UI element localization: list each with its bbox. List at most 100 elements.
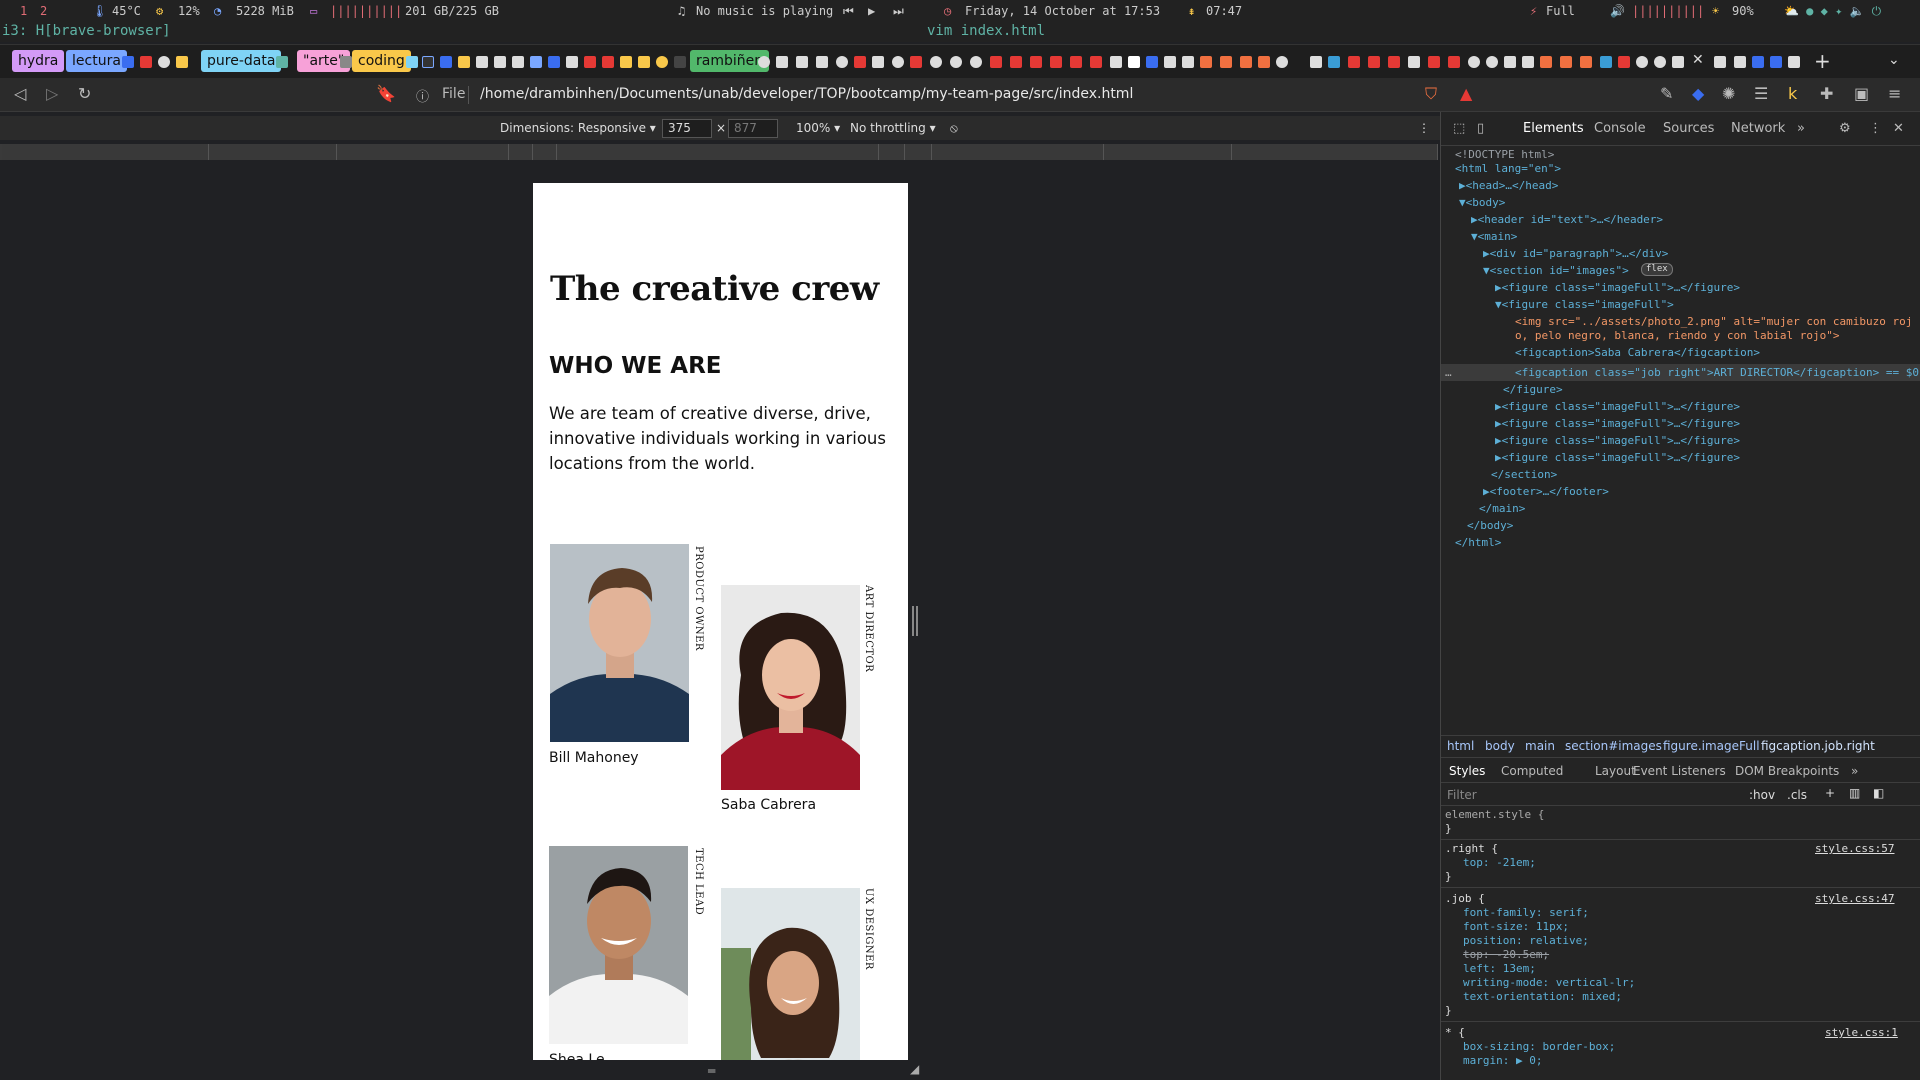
tab-icon[interactable] <box>970 56 982 68</box>
filter-input[interactable]: Filter <box>1447 788 1477 802</box>
tab-icon[interactable] <box>1328 56 1340 68</box>
viewport-resize-handle[interactable] <box>912 606 918 636</box>
tab-icon[interactable] <box>1220 56 1232 68</box>
tab-more[interactable]: » <box>1851 764 1858 778</box>
media-query-segment[interactable] <box>879 144 905 160</box>
address-bar[interactable]: ⓘ File /home/drambinhen/Documents/unab/d… <box>408 82 1410 108</box>
tab-icon[interactable] <box>494 56 506 68</box>
pen-icon[interactable]: ✎ <box>1660 84 1673 103</box>
tab-icon[interactable] <box>1258 56 1270 68</box>
g-icon[interactable] <box>176 56 188 68</box>
dom-node[interactable]: ▶<head>…</head> <box>1459 177 1558 194</box>
universal-rule-source[interactable]: style.css:1 <box>1825 1026 1898 1040</box>
universal-rule-selector[interactable]: * { <box>1445 1026 1465 1040</box>
device-toggle-icon[interactable]: ▯ <box>1477 121 1484 136</box>
forward-icon[interactable]: ▷ <box>46 84 58 103</box>
youtube-icon[interactable] <box>990 56 1002 68</box>
dom-node[interactable]: </main> <box>1479 500 1525 517</box>
tab-icon[interactable] <box>1540 56 1552 68</box>
media-query-segment[interactable] <box>509 144 533 160</box>
dom-node[interactable]: ▶<footer>…</footer> <box>1483 483 1609 500</box>
youtube-icon[interactable] <box>584 56 596 68</box>
crumb-figure[interactable]: figure.imageFull <box>1663 739 1760 753</box>
dom-node[interactable]: ▼<body> <box>1459 194 1505 211</box>
play-icon[interactable]: ▶ <box>868 4 875 18</box>
add-rule-icon[interactable]: + <box>1825 786 1835 800</box>
element-style-selector[interactable]: element.style { <box>1445 808 1544 822</box>
volume-icon[interactable]: 🔊 <box>1610 4 1625 18</box>
menu-icon[interactable]: ≡ <box>1888 84 1901 103</box>
more-options-icon[interactable]: ⋮ <box>1418 121 1430 135</box>
dom-node[interactable]: <figcaption>Saba Cabrera</figcaption> <box>1515 344 1760 361</box>
tab-icon[interactable] <box>656 56 668 68</box>
dom-node[interactable]: ▼<main> <box>1471 228 1517 245</box>
dom-node-selected[interactable]: <figcaption class="job right">ART DIRECT… <box>1515 364 1919 381</box>
tab-icon[interactable] <box>930 56 942 68</box>
job-rule-selector[interactable]: .job { <box>1445 892 1485 906</box>
volume-bar[interactable]: |||||||||| <box>1632 4 1704 18</box>
bookmark-icon[interactable]: 🔖 <box>376 84 396 103</box>
throttling-dropdown[interactable]: No throttling ▾ <box>850 121 936 135</box>
media-query-segment[interactable] <box>209 144 337 160</box>
youtube-icon[interactable] <box>1070 56 1082 68</box>
extension-icon[interactable]: ✺ <box>1722 84 1735 103</box>
github-icon[interactable] <box>796 56 808 68</box>
dom-node[interactable]: </html> <box>1455 534 1501 551</box>
tab-icon[interactable] <box>950 56 962 68</box>
dom-node[interactable]: ▶<figure class="imageFull">…</figure> <box>1495 279 1740 296</box>
workspace-1[interactable]: 1 <box>20 4 27 18</box>
crumb-body[interactable]: body <box>1485 739 1515 753</box>
cls-toggle[interactable]: .cls <box>1787 788 1807 802</box>
youtube-icon[interactable] <box>1448 56 1460 68</box>
youtube-icon[interactable] <box>1388 56 1400 68</box>
tab-icon[interactable] <box>892 56 904 68</box>
css-property[interactable]: box-sizing: border-box; <box>1463 1040 1615 1054</box>
url-text[interactable]: /home/drambinhen/Documents/unab/develope… <box>480 86 1133 102</box>
css-property[interactable]: left: 13em; <box>1463 962 1536 976</box>
media-query-segment[interactable] <box>1232 144 1438 160</box>
mastodon-icon[interactable] <box>122 56 134 68</box>
media-query-segment[interactable] <box>1104 144 1232 160</box>
tab-icon[interactable] <box>674 56 686 68</box>
youtube-icon[interactable] <box>1618 56 1630 68</box>
github-icon[interactable] <box>566 56 578 68</box>
dom-node[interactable]: ▼<section id="images"> <box>1483 262 1629 279</box>
tab-icon[interactable] <box>638 56 650 68</box>
css-property[interactable]: font-size: 11px; <box>1463 920 1569 934</box>
tab-icon[interactable] <box>476 56 488 68</box>
width-input[interactable]: 375 <box>662 119 712 138</box>
tab-icon[interactable] <box>1200 56 1212 68</box>
extension-k-icon[interactable]: k <box>1788 84 1797 103</box>
tab-styles[interactable]: Styles <box>1449 764 1485 778</box>
tab-icon[interactable] <box>1182 56 1194 68</box>
youtube-icon[interactable] <box>140 56 152 68</box>
brave-shields-icon[interactable]: ⛉ <box>1425 84 1437 104</box>
settings-gear-icon[interactable]: ⚙ <box>1839 121 1851 136</box>
hov-toggle[interactable]: :hov <box>1749 788 1775 802</box>
tab-more[interactable]: » <box>1797 121 1805 136</box>
github-icon[interactable] <box>816 56 828 68</box>
dom-node[interactable]: </section> <box>1491 466 1557 483</box>
circle-icon[interactable] <box>158 56 170 68</box>
height-input[interactable]: 877 <box>728 119 778 138</box>
job-rule-source[interactable]: style.css:47 <box>1815 892 1894 906</box>
css-property[interactable]: writing-mode: vertical-lr; <box>1463 976 1635 990</box>
tag-pure-data[interactable]: pure-data <box>201 50 282 72</box>
crumb-html[interactable]: html <box>1447 739 1474 753</box>
tab-elements[interactable]: Elements <box>1523 121 1584 136</box>
media-query-segment[interactable] <box>337 144 509 160</box>
youtube-icon[interactable] <box>910 56 922 68</box>
dom-node[interactable]: </figure> <box>1503 381 1563 398</box>
tab-icon[interactable] <box>1522 56 1534 68</box>
reload-icon[interactable]: ↻ <box>78 84 91 103</box>
github-icon[interactable] <box>1408 56 1420 68</box>
tab-icon[interactable] <box>602 56 614 68</box>
youtube-icon[interactable] <box>1030 56 1042 68</box>
wallet-icon[interactable]: ▣ <box>1854 84 1869 103</box>
tag-hydra[interactable]: hydra <box>12 50 65 72</box>
tab-icon[interactable] <box>1310 56 1322 68</box>
tab-sources[interactable]: Sources <box>1663 121 1714 136</box>
youtube-icon[interactable] <box>1428 56 1440 68</box>
dom-node[interactable]: ▶<div id="paragraph">…</div> <box>1483 245 1668 262</box>
tab-computed[interactable]: Computed <box>1501 764 1563 778</box>
